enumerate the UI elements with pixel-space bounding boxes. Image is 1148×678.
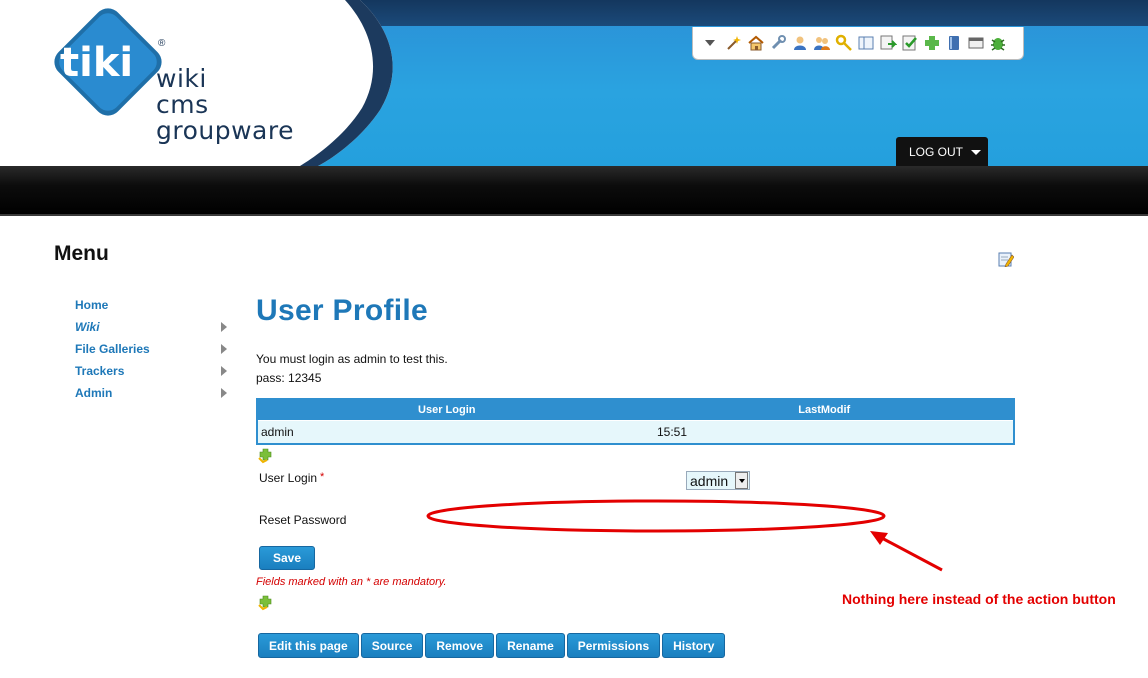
logout-button[interactable]: LOG OUT (896, 137, 988, 166)
bug-icon[interactable] (989, 34, 1007, 52)
required-marker: * (320, 471, 325, 483)
plugin-edit-icon[interactable] (258, 595, 274, 611)
edit-page-button[interactable]: Edit this page (258, 633, 359, 658)
annotation-ellipse (426, 499, 886, 533)
rename-button[interactable]: Rename (496, 633, 565, 658)
column-header-user-login[interactable]: User Login (258, 400, 636, 420)
key-icon[interactable] (835, 34, 853, 52)
sidebar-menu: Home Wiki File Galleries Trackers Admin (75, 294, 235, 404)
sidebar-item-label: File Galleries (75, 342, 150, 356)
sidebar-item-label: Home (75, 298, 109, 312)
sidebar-item-admin[interactable]: Admin (75, 382, 235, 404)
book-icon[interactable] (945, 34, 963, 52)
reset-password-label: Reset Password (259, 513, 347, 527)
user-login-select-value: admin (690, 472, 729, 489)
logout-label: LOG OUT (909, 144, 964, 159)
plugin-icon[interactable] (923, 34, 941, 52)
history-button[interactable]: History (662, 633, 726, 658)
window-icon[interactable] (967, 34, 985, 52)
layout-icon[interactable] (857, 34, 875, 52)
module-icon[interactable] (879, 34, 897, 52)
page-title: User Profile (256, 294, 428, 327)
page-action-bar: Edit this page Source Remove Rename Perm… (258, 633, 726, 658)
mandatory-note: Fields marked with an * are mandatory. (256, 576, 447, 588)
logo-line-cms: cms (156, 90, 209, 119)
sidebar-item-label: Admin (75, 386, 113, 400)
chevron-right-icon[interactable] (221, 322, 227, 332)
wizard-icon[interactable] (725, 34, 743, 52)
annotation-text: Nothing here instead of the action butto… (842, 591, 1116, 607)
chevron-right-icon[interactable] (221, 388, 227, 398)
tiki-logo-mark-icon: tiki (54, 8, 162, 116)
cell-user-login: admin (261, 425, 294, 439)
password-note: pass: 12345 (256, 371, 322, 385)
annotation-arrowhead (870, 531, 888, 545)
sidebar-item-label: Wiki (75, 320, 100, 334)
logo-line-wiki: wiki (156, 64, 207, 93)
sidebar-item-wiki[interactable]: Wiki (75, 316, 235, 338)
sidebar-item-trackers[interactable]: Trackers (75, 360, 235, 382)
sidebar-item-file-galleries[interactable]: File Galleries (75, 338, 235, 360)
users-icon[interactable] (813, 34, 831, 52)
logo-line-groupware: groupware (156, 116, 294, 145)
remove-button[interactable]: Remove (425, 633, 495, 658)
cell-lastmodif: 15:51 (657, 425, 688, 439)
admin-quick-toolbar (692, 27, 1024, 60)
table-row[interactable]: admin 15:51 (258, 420, 1013, 443)
chevron-right-icon[interactable] (221, 344, 227, 354)
svg-text:tiki: tiki (60, 40, 133, 86)
table-header: User Login LastModif (258, 400, 1013, 420)
check-icon[interactable] (901, 34, 919, 52)
nav-bar-divider (0, 214, 1148, 216)
chevron-right-icon[interactable] (221, 366, 227, 376)
sidebar-item-label: Trackers (75, 364, 125, 378)
tiki-logo[interactable]: tiki ® wiki cms groupware (0, 0, 293, 144)
user-table: User Login LastModif admin 15:51 (256, 398, 1015, 445)
tracker-plugin-icon[interactable] (258, 448, 274, 464)
user-login-label-text: User Login (259, 471, 318, 485)
permissions-button[interactable]: Permissions (566, 633, 661, 658)
login-note: You must login as admin to test this. (256, 352, 448, 366)
annotation-arrow-line (877, 534, 943, 572)
edit-page-icon[interactable] (998, 251, 1014, 267)
logo-text: wiki cms groupware (156, 66, 294, 144)
site-header: tiki ® wiki cms groupware LOG OUT (0, 0, 1148, 166)
toolbar-dropdown-icon[interactable] (703, 36, 717, 50)
save-button[interactable]: Save (259, 546, 315, 570)
user-login-label: User Login * (259, 471, 324, 485)
top-nav-bar (0, 166, 1148, 215)
column-header-lastmodif[interactable]: LastModif (636, 400, 1014, 420)
user-login-select[interactable]: admin (686, 471, 750, 490)
chevron-down-icon (971, 150, 982, 155)
home-icon[interactable] (747, 34, 765, 52)
wrench-icon[interactable] (769, 34, 787, 52)
select-arrow-icon[interactable] (735, 472, 748, 489)
sidebar-item-home[interactable]: Home (75, 294, 235, 316)
sidebar-title: Menu (54, 242, 109, 265)
user-icon[interactable] (791, 34, 809, 52)
source-button[interactable]: Source (360, 633, 424, 658)
registered-mark: ® (158, 38, 166, 49)
